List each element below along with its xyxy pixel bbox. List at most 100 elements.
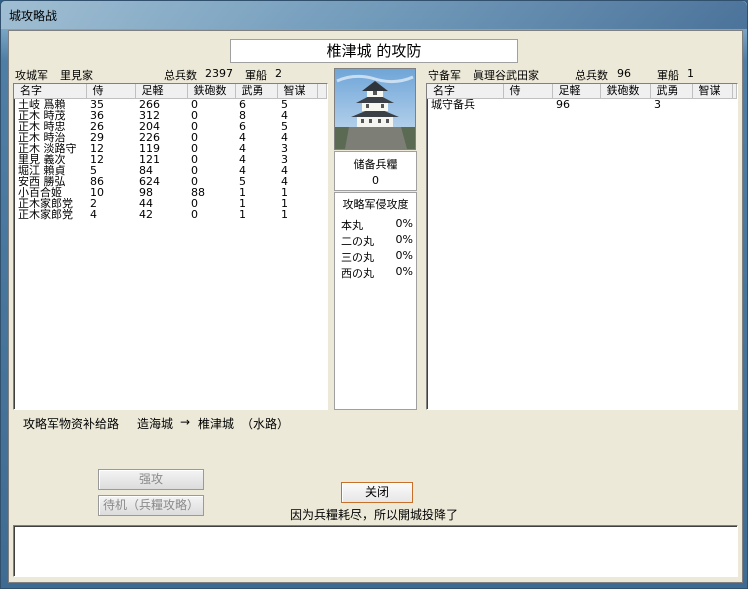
cell-intellect: 4 (281, 165, 288, 176)
cell-ashigaru: 226 (139, 132, 160, 143)
cell-guns (600, 99, 650, 111)
attacker-total: 2397 (205, 67, 233, 80)
cell-ashigaru: 96 (556, 98, 570, 110)
cell-intellect: 1 (281, 198, 288, 209)
progress-row: 二の丸 0% (341, 233, 413, 249)
table-row[interactable]: 正木 時治 29 226 0 4 4 (14, 132, 327, 143)
cell-ashigaru: 42 (139, 209, 153, 220)
column-header-guns[interactable]: 鉄砲数 (600, 84, 651, 99)
cell-ashigaru: 98 (139, 187, 153, 198)
column-header-valor[interactable]: 武勇 (650, 84, 693, 99)
attacker-label: 攻城军 (15, 69, 48, 82)
cell-intellect: 1 (281, 209, 288, 220)
cell-filler (317, 110, 327, 121)
cell-intellect: 1 (281, 187, 288, 198)
castle-battle-title: 椎津城 的攻防 (230, 39, 518, 63)
cell-name: 小百合姬 (18, 187, 62, 198)
message-log[interactable] (13, 525, 738, 577)
cell-name: 正木 時忠 (18, 121, 66, 132)
close-button[interactable]: 关闭 (341, 482, 413, 503)
defender-list[interactable]: 名字 侍 足軽 鉄砲数 武勇 智谋 城守备兵 96 3 (426, 83, 738, 410)
cell-name: 正木 淡路守 (18, 143, 77, 154)
attacker-table: 名字 侍 足軽 鉄砲数 武勇 智谋 土岐 爲賴 35 266 0 6 5 正木 時茂 36 31… (14, 84, 327, 220)
cell-guns: 0 (191, 209, 198, 220)
cell-filler (317, 165, 327, 176)
table-row[interactable]: 堀江 賴貞 5 84 0 4 4 (14, 165, 327, 176)
progress-area-value: 0% (395, 233, 413, 246)
cell-filler (317, 209, 327, 220)
supply-route-mode: （水路） (241, 417, 290, 431)
supply-route-label: 攻略军物资补给路 (23, 417, 120, 431)
table-row[interactable]: 正木 時忠 26 204 0 6 5 (14, 121, 327, 132)
wait-siege-button[interactable]: 待机（兵糧攻略） (98, 495, 204, 516)
column-header-guns[interactable]: 鉄砲数 (187, 84, 236, 99)
column-header-ashigaru[interactable]: 足軽 (135, 84, 188, 99)
progress-area-value: 0% (395, 249, 413, 262)
dialog-window: 城攻略战 椎津城 的攻防 攻城军 里見家 总兵数 2397 軍船 2 守备军 眞… (0, 0, 748, 589)
cell-name: 正木家郎党 (18, 198, 73, 209)
progress-area-name: 西の丸 (341, 267, 374, 280)
table-row[interactable]: 正木 時茂 36 312 0 8 4 (14, 110, 327, 121)
cell-filler (317, 99, 327, 111)
cell-name: 城守备兵 (431, 98, 475, 110)
cell-guns: 0 (191, 198, 198, 209)
progress-area-name: 本丸 (341, 219, 363, 232)
cell-ashigaru: 84 (139, 165, 153, 176)
column-header-valor[interactable]: 武勇 (235, 84, 278, 99)
reserve-value: 0 (372, 174, 379, 187)
cell-intellect: 3 (281, 143, 288, 154)
column-header-name[interactable]: 名字 (427, 84, 504, 99)
attacker-ships-label: 軍船 (245, 69, 267, 82)
cell-valor: 4 (239, 132, 246, 143)
cell-samurai (503, 99, 552, 111)
cell-name: 里見 義次 (18, 154, 66, 165)
progress-row: 本丸 0% (341, 217, 413, 233)
column-header-ashigaru[interactable]: 足軽 (552, 84, 601, 99)
cell-filler (317, 154, 327, 165)
cell-guns: 0 (191, 121, 198, 132)
cell-filler (317, 143, 327, 154)
table-row[interactable]: 正木 淡路守 12 119 0 4 3 (14, 143, 327, 154)
cell-ashigaru: 119 (139, 143, 160, 154)
column-header-samurai[interactable]: 侍 (86, 84, 136, 99)
column-header-samurai[interactable]: 侍 (503, 84, 553, 99)
dialog-client-area: 椎津城 的攻防 攻城军 里見家 总兵数 2397 軍船 2 守备军 眞理谷武田家… (8, 30, 743, 583)
table-row[interactable]: 城守备兵 96 3 (427, 99, 737, 111)
defender-table-header: 名字 侍 足軽 鉄砲数 武勇 智谋 (427, 84, 737, 99)
defender-label: 守备军 (428, 69, 461, 82)
cell-samurai: 12 (90, 154, 104, 165)
column-header-intellect[interactable]: 智谋 (692, 84, 733, 99)
table-row[interactable]: 小百合姬 10 98 88 1 1 (14, 187, 327, 198)
table-row[interactable]: 安西 勝弘 86 624 0 5 4 (14, 176, 327, 187)
cell-samurai: 12 (90, 143, 104, 154)
cell-ashigaru: 44 (139, 198, 153, 209)
cell-filler (317, 132, 327, 143)
defender-clan: 眞理谷武田家 (473, 69, 539, 82)
cell-samurai: 4 (90, 209, 97, 220)
table-row[interactable]: 里見 義次 12 121 0 4 3 (14, 154, 327, 165)
cell-valor: 5 (239, 176, 246, 187)
attacker-total-label: 总兵数 (164, 69, 197, 82)
cell-samurai: 36 (90, 110, 104, 121)
cell-valor: 4 (239, 165, 246, 176)
cell-ashigaru: 312 (139, 110, 160, 121)
cell-guns: 0 (191, 176, 198, 187)
assault-button[interactable]: 强攻 (98, 469, 204, 490)
progress-area-name: 二の丸 (341, 235, 374, 248)
attacker-list[interactable]: 名字 侍 足軽 鉄砲数 武勇 智谋 土岐 爲賴 35 266 0 6 5 正木 時茂 36 31… (13, 83, 328, 410)
progress-area-value: 0% (395, 265, 413, 278)
title-bar[interactable]: 城攻略战 (1, 1, 747, 29)
cell-valor: 8 (239, 110, 246, 121)
table-row[interactable]: 正木家郎党 4 42 0 1 1 (14, 209, 327, 220)
cell-samurai: 35 (90, 98, 104, 110)
supply-route-from: 造海城 (137, 417, 174, 431)
progress-row: 西の丸 0% (341, 265, 413, 281)
table-row[interactable]: 正木家郎党 2 44 0 1 1 (14, 198, 327, 209)
attacker-table-body: 土岐 爲賴 35 266 0 6 5 正木 時茂 36 312 0 8 4 正木 時忠 26 204 0 6 5 正… (14, 99, 327, 220)
cell-filler (732, 99, 737, 111)
table-row[interactable]: 土岐 爲賴 35 266 0 6 5 (14, 99, 327, 111)
column-header-intellect[interactable]: 智谋 (277, 84, 318, 99)
column-header-name[interactable]: 名字 (14, 84, 87, 99)
siege-progress-box: 攻略军侵攻度 本丸 0% 二の丸 0% 三の丸 0% 西の丸 0% (334, 192, 417, 410)
cell-valor: 1 (239, 209, 246, 220)
